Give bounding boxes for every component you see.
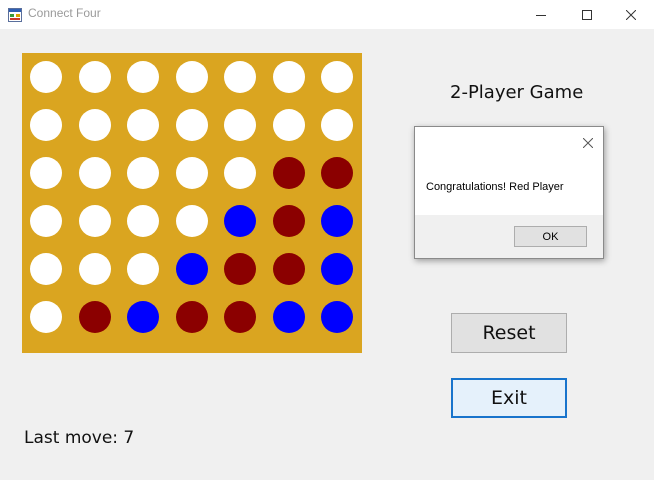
board-cell-blue[interactable] <box>127 301 159 333</box>
board-cell-red[interactable] <box>273 157 305 189</box>
board-cell-empty[interactable] <box>176 109 208 141</box>
board-cell-empty[interactable] <box>30 61 62 93</box>
exit-button[interactable]: Exit <box>451 378 567 418</box>
dialog-close-button[interactable] <box>578 133 598 151</box>
board-cell-empty[interactable] <box>176 157 208 189</box>
board-cell-red[interactable] <box>224 301 256 333</box>
window-title: Connect Four <box>28 6 101 20</box>
board-cell-empty[interactable] <box>321 61 353 93</box>
minimize-button[interactable] <box>518 0 564 29</box>
board-cell-empty[interactable] <box>224 109 256 141</box>
board-cell-red[interactable] <box>224 253 256 285</box>
board-cell-empty[interactable] <box>30 157 62 189</box>
board-cell-red[interactable] <box>273 253 305 285</box>
dialog-body: Congratulations! Red Player <box>415 127 603 215</box>
board-cell-empty[interactable] <box>30 109 62 141</box>
board-cell-empty[interactable] <box>176 205 208 237</box>
board-cell-empty[interactable] <box>321 109 353 141</box>
board-cell-empty[interactable] <box>127 205 159 237</box>
close-icon <box>626 9 636 20</box>
board-cell-empty[interactable] <box>79 157 111 189</box>
minimize-icon <box>536 10 546 20</box>
board-cell-blue[interactable] <box>176 253 208 285</box>
maximize-icon <box>582 9 592 20</box>
board-cell-empty[interactable] <box>127 109 159 141</box>
board-cell-blue[interactable] <box>273 301 305 333</box>
board-cell-empty[interactable] <box>30 301 62 333</box>
board-cell-blue[interactable] <box>224 205 256 237</box>
app-icon <box>8 7 22 22</box>
board-cell-empty[interactable] <box>273 61 305 93</box>
board-cell-empty[interactable] <box>127 61 159 93</box>
board-cell-empty[interactable] <box>273 109 305 141</box>
dialog-ok-button[interactable]: OK <box>514 226 587 247</box>
game-mode-label: 2-Player Game <box>450 82 584 103</box>
board-cell-empty[interactable] <box>127 253 159 285</box>
message-dialog: Congratulations! Red Player OK <box>414 126 604 259</box>
board-cell-empty[interactable] <box>79 61 111 93</box>
board-cell-blue[interactable] <box>321 301 353 333</box>
board-cell-empty[interactable] <box>79 109 111 141</box>
close-icon <box>582 133 594 152</box>
app-window: Connect Four 2-Player Game Reset Exit La… <box>0 0 654 480</box>
reset-button[interactable]: Reset <box>451 313 567 353</box>
board-cell-empty[interactable] <box>30 205 62 237</box>
board-cell-blue[interactable] <box>321 253 353 285</box>
board-cell-blue[interactable] <box>321 205 353 237</box>
board-cell-red[interactable] <box>79 301 111 333</box>
board-cell-empty[interactable] <box>79 253 111 285</box>
dialog-message: Congratulations! Red Player <box>426 181 564 193</box>
board-cell-empty[interactable] <box>127 157 159 189</box>
maximize-button[interactable] <box>564 0 610 29</box>
board-cell-empty[interactable] <box>224 61 256 93</box>
last-move-label: Last move: 7 <box>24 428 135 448</box>
board-cell-empty[interactable] <box>176 61 208 93</box>
board-cell-red[interactable] <box>321 157 353 189</box>
board-cell-red[interactable] <box>176 301 208 333</box>
close-button[interactable] <box>608 0 654 29</box>
board-cell-empty[interactable] <box>224 157 256 189</box>
board-cell-empty[interactable] <box>30 253 62 285</box>
title-bar: Connect Four <box>0 0 654 29</box>
game-board[interactable] <box>22 53 362 353</box>
board-cell-empty[interactable] <box>79 205 111 237</box>
board-cell-red[interactable] <box>273 205 305 237</box>
